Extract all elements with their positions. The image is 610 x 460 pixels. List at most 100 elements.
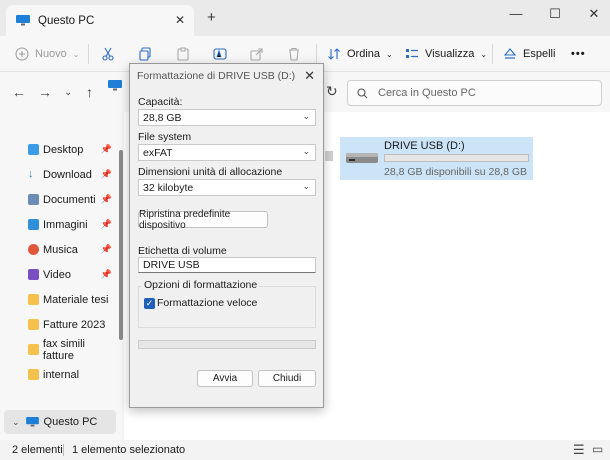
drive-usage-bar xyxy=(384,154,529,162)
eject-button[interactable]: Espelli xyxy=(503,36,555,72)
sidebar-item-label: Questo PC xyxy=(43,416,98,428)
sidebar-scrollbar[interactable] xyxy=(119,150,123,340)
pin-icon[interactable]: 📌 xyxy=(101,169,112,180)
divider xyxy=(492,44,493,64)
file-system-label: File system xyxy=(138,131,192,143)
eject-icon xyxy=(503,48,517,59)
view-icon xyxy=(406,49,418,58)
rename-icon xyxy=(213,48,227,60)
restore-defaults-button[interactable]: Ripristina predefinite dispositivo xyxy=(138,209,268,231)
new-button[interactable]: Nuovo ⌄ xyxy=(15,36,80,72)
pin-icon[interactable]: 📌 xyxy=(101,194,112,205)
quick-format-checkbox[interactable]: ✓ xyxy=(144,298,155,309)
sidebar-item-label: Desktop xyxy=(43,143,84,156)
usb-drive-icon xyxy=(346,153,378,163)
maximize-button[interactable]: ☐ xyxy=(545,6,565,22)
close-tab-icon[interactable]: ✕ xyxy=(175,13,185,27)
volume-label-label: Etichetta di volume xyxy=(138,245,227,257)
up-arrow-icon[interactable]: ↑ xyxy=(86,84,93,100)
sidebar-item-label: Materiale tesi xyxy=(43,293,109,306)
navigation-pane: Desktop 📌 ↓ Download 📌 Documenti 📌 Immag… xyxy=(0,112,122,440)
recent-locations-chevron-icon[interactable]: ⌄ xyxy=(64,87,72,98)
allocation-size-label: Dimensioni unità di allocazione xyxy=(138,166,283,178)
sidebar-item-fatture-2023[interactable]: Fatture 2023 xyxy=(0,312,118,337)
search-input[interactable]: Cerca in Questo PC xyxy=(347,80,602,106)
start-button[interactable]: Avvia xyxy=(197,370,253,387)
desktop-icon xyxy=(28,144,39,155)
chevron-down-icon: ⌄ xyxy=(302,146,310,156)
chevron-down-icon[interactable]: ⌄ xyxy=(12,417,20,428)
item-count: 2 elementi xyxy=(12,444,63,456)
pin-icon[interactable]: 📌 xyxy=(101,244,112,255)
view-button[interactable]: Visualizza ⌄ xyxy=(405,36,487,72)
format-progress-bar xyxy=(138,340,316,349)
sidebar-item-label: Fatture 2023 xyxy=(43,318,106,331)
search-icon xyxy=(357,87,368,98)
sort-icon xyxy=(328,48,340,60)
sidebar-item-questo-pc[interactable]: ⌄ Questo PC xyxy=(4,410,116,434)
pin-icon[interactable]: 📌 xyxy=(101,144,112,155)
capacity-label: Capacità: xyxy=(138,96,183,108)
quick-format-label[interactable]: Formattazione veloce xyxy=(157,297,257,309)
tiles-view-icon[interactable]: ▭ xyxy=(592,442,603,456)
sort-label: Ordina xyxy=(347,48,381,60)
chevron-down-icon: ⌄ xyxy=(480,49,488,59)
close-button[interactable]: Chiudi xyxy=(258,370,316,387)
format-dialog: Formattazione di DRIVE USB (D:) ✕ Capaci… xyxy=(129,63,324,408)
chevron-down-icon: ⌄ xyxy=(302,181,310,191)
copy-icon xyxy=(139,47,151,61)
allocation-size-select[interactable]: 32 kilobyte ⌄ xyxy=(138,179,316,196)
chevron-down-icon: ⌄ xyxy=(72,49,80,59)
documents-icon xyxy=(28,194,39,205)
pin-icon[interactable]: 📌 xyxy=(101,219,112,230)
forward-arrow-icon[interactable]: → xyxy=(38,84,52,100)
sidebar-item-label: Video xyxy=(43,268,71,281)
cut-button[interactable] xyxy=(101,36,115,72)
divider xyxy=(88,44,89,64)
sidebar-item-musica[interactable]: Musica 📌 xyxy=(0,237,118,262)
more-options-button[interactable]: ••• xyxy=(571,36,586,72)
address-computer-icon[interactable] xyxy=(108,80,122,91)
close-window-button[interactable]: ✕ xyxy=(584,6,604,22)
refresh-icon[interactable]: ↻ xyxy=(326,83,338,100)
dialog-close-icon[interactable]: ✕ xyxy=(304,68,315,84)
folder-icon xyxy=(28,344,39,355)
drive-name: DRIVE USB (D:) xyxy=(384,140,465,152)
sidebar-item-fax-simili-fatture[interactable]: fax simili fatture xyxy=(0,337,118,362)
sort-button[interactable]: Ordina ⌄ xyxy=(327,36,393,72)
chevron-down-icon: ⌄ xyxy=(302,111,310,121)
tab-questo-pc[interactable]: Questo PC ✕ xyxy=(6,5,194,36)
sidebar-item-label: Musica xyxy=(43,243,78,256)
trash-icon xyxy=(289,47,299,61)
status-bar: 2 elementi 1 elemento selezionato ☰ ▭ xyxy=(0,440,610,460)
computer-icon xyxy=(25,417,39,427)
new-tab-button[interactable]: + xyxy=(207,9,216,26)
details-view-icon[interactable]: ☰ xyxy=(573,442,585,458)
sidebar-item-immagini[interactable]: Immagini 📌 xyxy=(0,212,118,237)
sidebar-item-video[interactable]: Video 📌 xyxy=(0,262,118,287)
eject-label: Espelli xyxy=(523,48,556,60)
paste-icon xyxy=(177,47,189,61)
drive-tile-usb[interactable]: DRIVE USB (D:) 28,8 GB disponibili su 28… xyxy=(340,137,533,180)
capacity-select[interactable]: 28,8 GB ⌄ xyxy=(138,109,316,126)
file-system-value: exFAT xyxy=(143,146,173,159)
volume-label-input[interactable]: DRIVE USB xyxy=(138,257,316,273)
divider xyxy=(63,444,64,456)
sidebar-item-desktop[interactable]: Desktop 📌 xyxy=(0,137,118,162)
sidebar-item-materiale-tesi[interactable]: Materiale tesi xyxy=(0,287,118,312)
music-icon xyxy=(28,244,39,255)
file-system-select[interactable]: exFAT ⌄ xyxy=(138,144,316,161)
sidebar-item-download[interactable]: ↓ Download 📌 xyxy=(0,162,118,187)
sidebar-item-label: Download xyxy=(43,168,92,181)
search-placeholder: Cerca in Questo PC xyxy=(378,87,476,99)
sidebar-item-label: Documenti xyxy=(43,193,96,206)
minimize-button[interactable]: — xyxy=(506,6,526,21)
sidebar-item-internal[interactable]: internal xyxy=(0,362,118,387)
back-arrow-icon[interactable]: ← xyxy=(12,84,26,100)
download-icon: ↓ xyxy=(28,168,34,180)
group-collapse-toggle[interactable] xyxy=(325,151,333,161)
new-label: Nuovo xyxy=(35,48,67,60)
sidebar-item-documenti[interactable]: Documenti 📌 xyxy=(0,187,118,212)
tab-title: Questo PC xyxy=(38,14,95,27)
pin-icon[interactable]: 📌 xyxy=(101,269,112,280)
